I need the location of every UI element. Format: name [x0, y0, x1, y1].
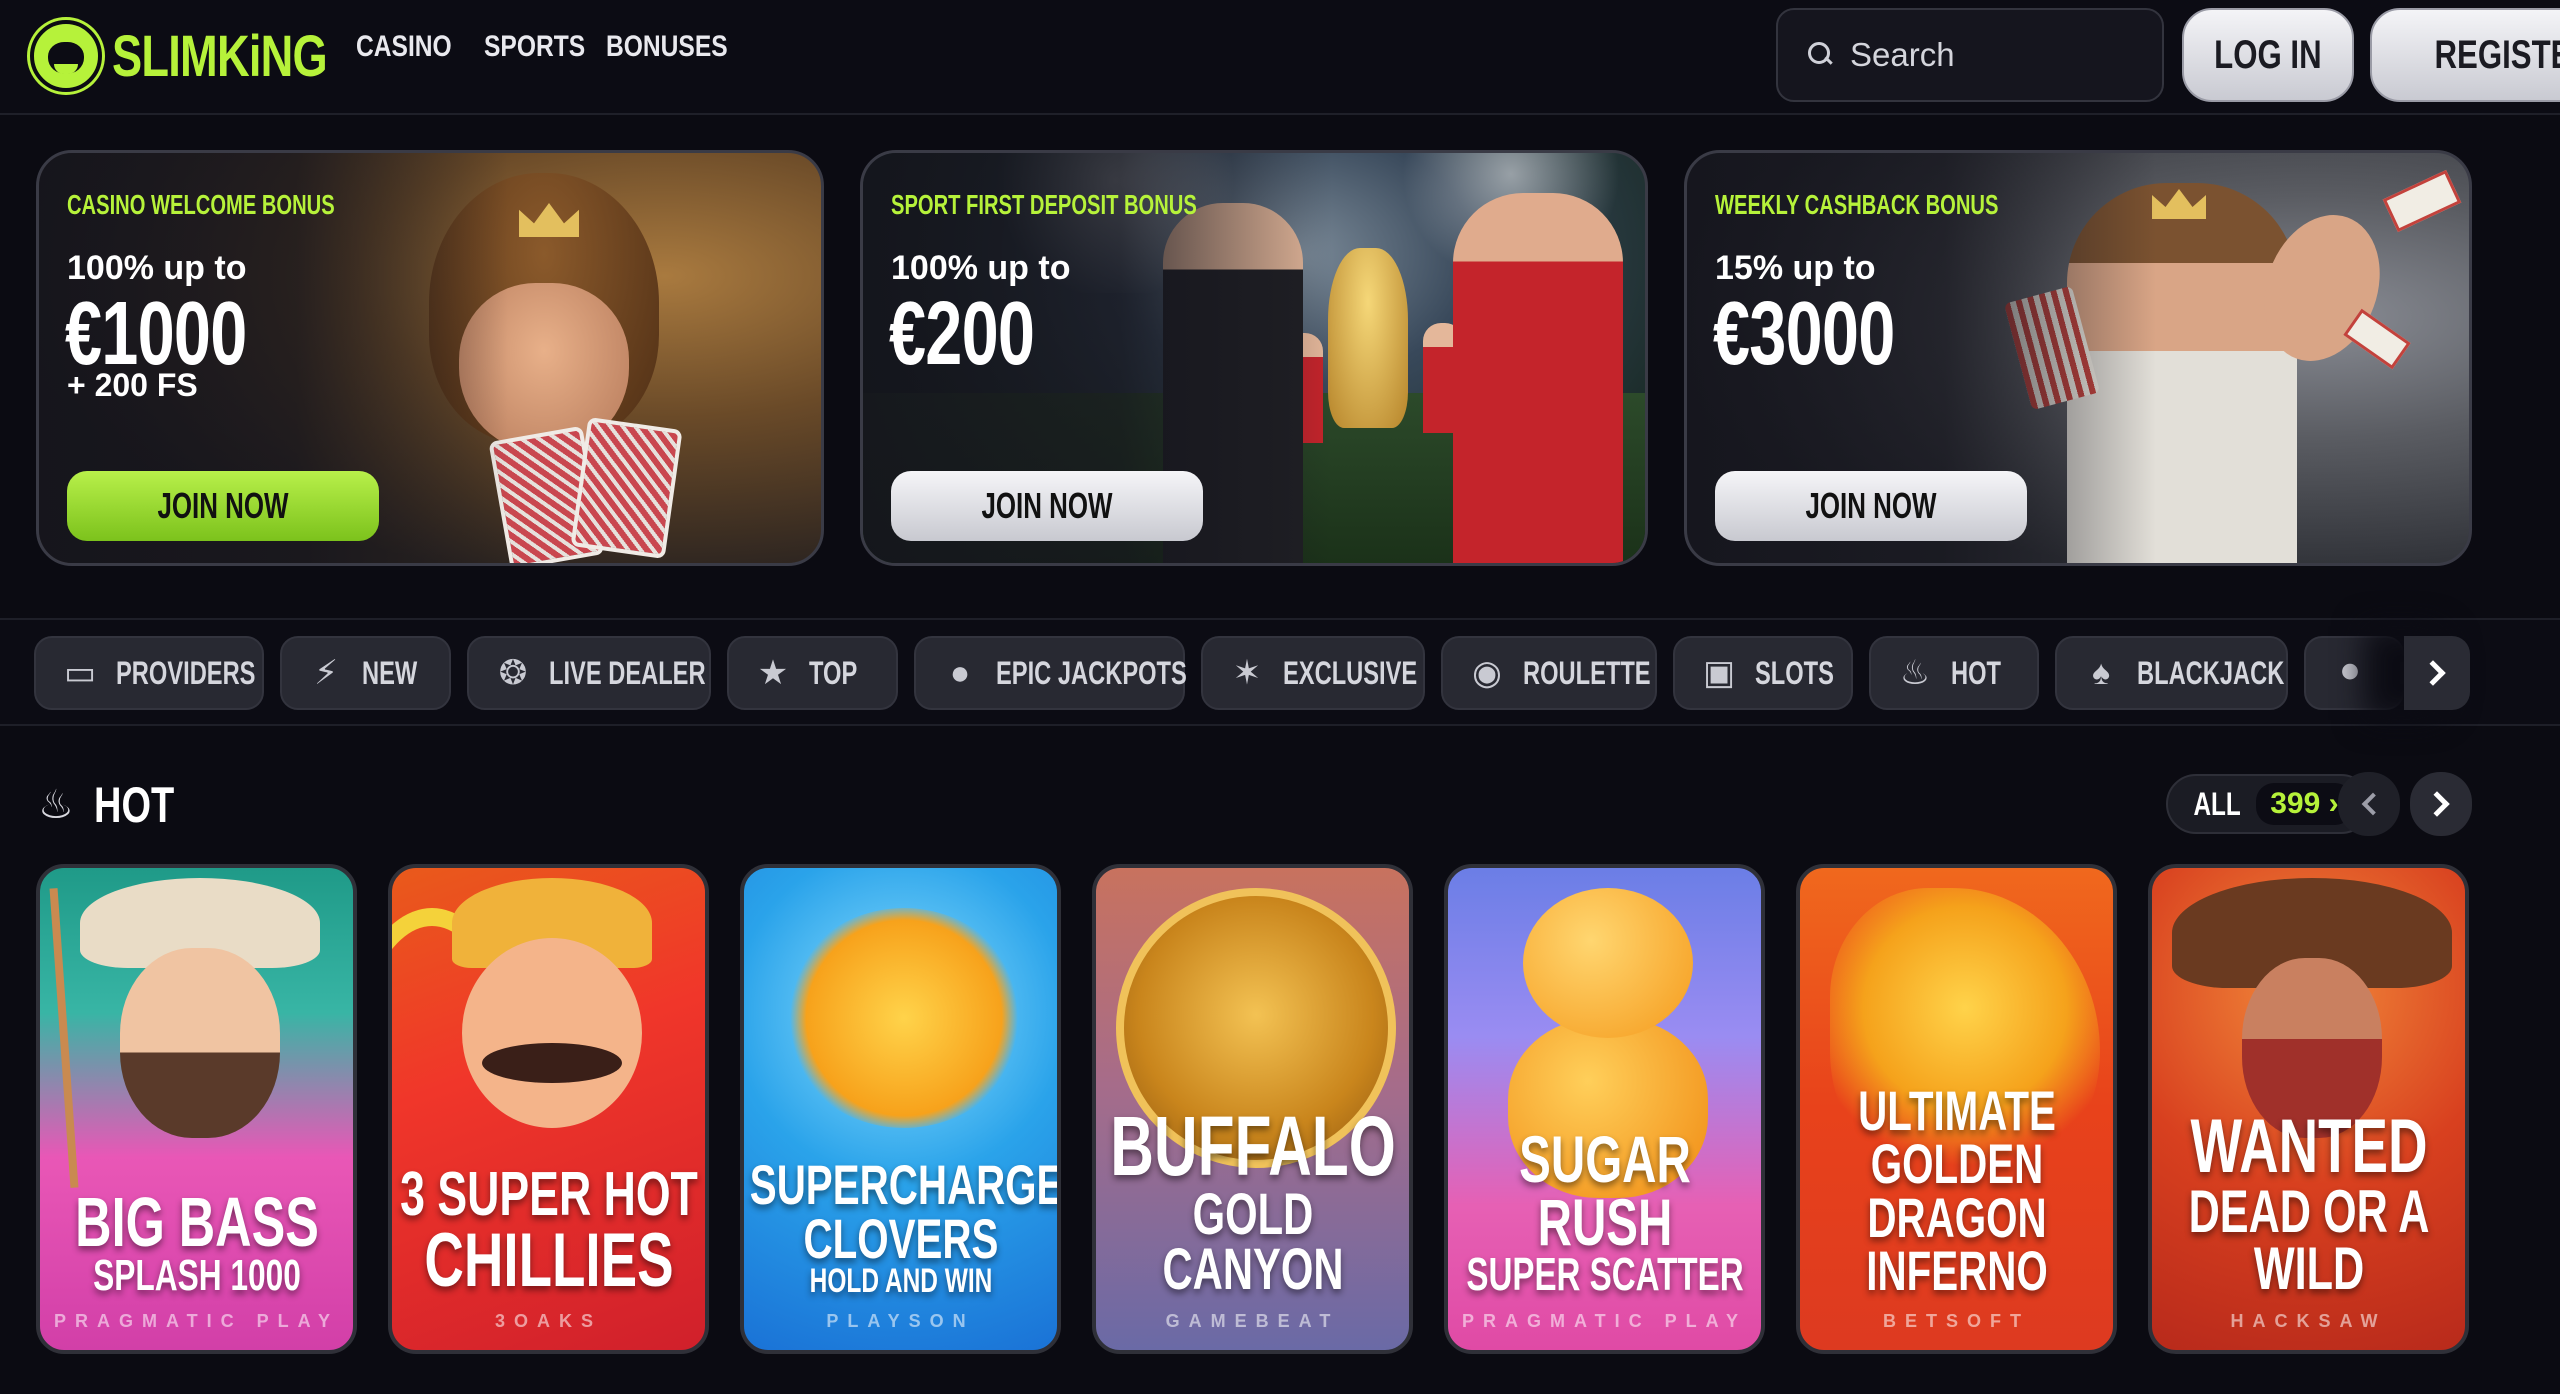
join-now-label: JOIN NOW: [981, 485, 1113, 526]
promo-card-sport-deposit[interactable]: SPORT FIRST DEPOSIT BONUS 100% up to €20…: [860, 150, 1648, 566]
category-roulette[interactable]: ◉ ROULETTE: [1441, 636, 1657, 710]
game-title: SUGAR RUSH SUPER SCATTER: [1465, 1121, 1744, 1301]
game-count: 399: [2270, 787, 2321, 820]
category-exclusive[interactable]: ✶ EXCLUSIVE: [1201, 636, 1425, 710]
promo-amount: €3000: [1713, 284, 1895, 384]
trophy-icon: ★: [757, 654, 789, 692]
lightning-icon: ⚡: [314, 654, 338, 692]
game-card-3-super-hot-chillies[interactable]: 3 SUPER HOT CHILLIES 3OAKS: [388, 864, 709, 1354]
slot-machine-icon: ▣: [1702, 654, 1736, 692]
playing-card-icon: [570, 417, 683, 559]
microphone-icon: ⚫: [2335, 654, 2365, 692]
promo-label: CASINO WELCOME BONUS: [67, 189, 335, 220]
category-bar: ▭ PROVIDERS ⚡ NEW ❂ LIVE DEALER ★ TOP ● EPIC …: [0, 618, 2560, 726]
category-providers[interactable]: ▭ PROVIDERS: [34, 636, 264, 710]
chevron-right-icon: [2424, 791, 2450, 817]
search-input[interactable]: [1850, 36, 2150, 74]
hot-section-title: ♨ HOT: [38, 776, 199, 834]
logo-text: SLIMKiNG: [112, 23, 328, 89]
carousel-prev-button[interactable]: [2338, 772, 2400, 836]
game-card-supercharged-clovers[interactable]: SUPERCHARGED CLOVERS HOLD AND WIN PLAYSON: [740, 864, 1061, 1354]
register-button[interactable]: REGISTER: [2370, 8, 2560, 102]
join-now-button[interactable]: JOIN NOW: [67, 471, 379, 541]
top-header: SLIMKiNG CASINO SPORTS BONUSES LOG IN RE…: [0, 0, 2560, 115]
promo-label: WEEKLY CASHBACK BONUS: [1715, 189, 1999, 220]
game-provider: PRAGMATIC PLAY: [53, 1311, 339, 1331]
fire-icon: ♨: [1899, 654, 1931, 692]
banknote-icon: [2382, 169, 2462, 233]
game-title: WANTED DEAD OR A WILD: [2188, 1103, 2429, 1302]
hot-title-text: HOT: [93, 777, 175, 833]
search-icon: [1808, 42, 1834, 68]
promo-amount: €200: [889, 284, 1035, 384]
promo-carousel: CASINO WELCOME BONUS 100% up to €1000 + …: [36, 150, 2472, 566]
category-top[interactable]: ★ TOP: [727, 636, 898, 710]
category-hot[interactable]: ♨ HOT: [1869, 636, 2039, 710]
view-all-label: ALL: [2193, 785, 2241, 822]
chevron-left-icon: [2361, 792, 2385, 816]
chevron-right-icon: [2420, 660, 2446, 686]
main-nav: CASINO SPORTS BONUSES: [356, 30, 728, 64]
join-now-label: JOIN NOW: [157, 485, 289, 526]
roulette-icon: ◉: [1472, 654, 1502, 692]
category-epic-jackpots[interactable]: ● EPIC JACKPOTS: [914, 636, 1187, 710]
game-card-ultimate-golden-dragon[interactable]: ULTIMATE GOLDEN DRAGON INFERNO BETSOFT: [1796, 864, 2117, 1354]
game-provider: 3OAKS: [494, 1311, 602, 1331]
join-now-button[interactable]: JOIN NOW: [1715, 471, 2027, 541]
hot-games-list: BIG BASS SPLASH 1000 PRAGMATIC PLAY 3 SUP…: [36, 864, 2469, 1354]
nav-casino[interactable]: CASINO: [356, 30, 452, 64]
game-title: 3 SUPER HOT CHILLIES: [399, 1159, 698, 1303]
trophy-icon: [1328, 248, 1408, 428]
category-slots[interactable]: ▣ SLOTS: [1673, 636, 1853, 710]
category-new[interactable]: ⚡ NEW: [280, 636, 451, 710]
poker-chip-icon: ❂: [498, 654, 528, 692]
game-provider: BETSOFT: [1883, 1311, 2030, 1331]
login-button[interactable]: LOG IN: [2182, 8, 2354, 102]
sparkle-icon: ✶: [1232, 654, 1262, 692]
join-now-label: JOIN NOW: [1805, 485, 1937, 526]
category-scroll-right-button[interactable]: [2404, 636, 2470, 710]
game-title: BUFFALO GOLD CANYON: [1109, 1099, 1396, 1302]
game-card-buffalo-gold-canyon[interactable]: BUFFALO GOLD CANYON GAMEBEAT: [1092, 864, 1413, 1354]
game-card-sugar-rush[interactable]: SUGAR RUSH SUPER SCATTER PRAGMATIC PLAY: [1444, 864, 1765, 1354]
cards-icon: ♠: [2091, 653, 2111, 692]
game-card-big-bass[interactable]: BIG BASS SPLASH 1000 PRAGMATIC PLAY: [36, 864, 357, 1354]
promo-illustration: [1453, 193, 1623, 563]
game-title: BIG BASS SPLASH 1000: [74, 1182, 319, 1301]
category-microphone[interactable]: ⚫: [2304, 636, 2404, 710]
coins-icon: ●: [949, 653, 971, 692]
book-icon: ▭: [63, 654, 97, 692]
game-provider: GAMEBEAT: [1165, 1311, 1340, 1331]
login-label: LOG IN: [2214, 32, 2322, 77]
register-label: REGISTER: [2434, 32, 2560, 77]
game-card-wanted-dead-or-a-wild[interactable]: WANTED DEAD OR A WILD HACKSAW: [2148, 864, 2469, 1354]
mascot-logo-icon: [30, 20, 102, 92]
category-blackjack[interactable]: ♠ BLACKJACK: [2055, 636, 2288, 710]
game-provider: PLAYSON: [826, 1311, 975, 1331]
nav-sports[interactable]: SPORTS: [484, 30, 585, 64]
promo-card-weekly-cashback[interactable]: WEEKLY CASHBACK BONUS 15% up to €3000 JO…: [1684, 150, 2472, 566]
nav-bonuses[interactable]: BONUSES: [606, 30, 728, 64]
category-live-dealer[interactable]: ❂ LIVE DEALER: [467, 636, 711, 710]
game-provider: PRAGMATIC PLAY: [1461, 1311, 1747, 1331]
promo-card-casino-welcome[interactable]: CASINO WELCOME BONUS 100% up to €1000 + …: [36, 150, 824, 566]
join-now-button[interactable]: JOIN NOW: [891, 471, 1203, 541]
fire-icon: ♨: [38, 783, 74, 827]
category-list: ▭ PROVIDERS ⚡ NEW ❂ LIVE DEALER ★ TOP ● EPIC …: [34, 636, 2404, 710]
promo-extra: + 200 FS: [67, 367, 198, 403]
game-title: SUPERCHARGED CLOVERS HOLD AND WIN: [749, 1153, 1061, 1300]
search-box[interactable]: [1776, 8, 2164, 102]
carousel-next-button[interactable]: [2410, 772, 2472, 836]
logo[interactable]: SLIMKiNG: [30, 18, 388, 94]
game-provider: HACKSAW: [2230, 1311, 2387, 1331]
promo-label: SPORT FIRST DEPOSIT BONUS: [891, 189, 1197, 220]
game-title: ULTIMATE GOLDEN DRAGON INFERNO: [1857, 1079, 2056, 1302]
